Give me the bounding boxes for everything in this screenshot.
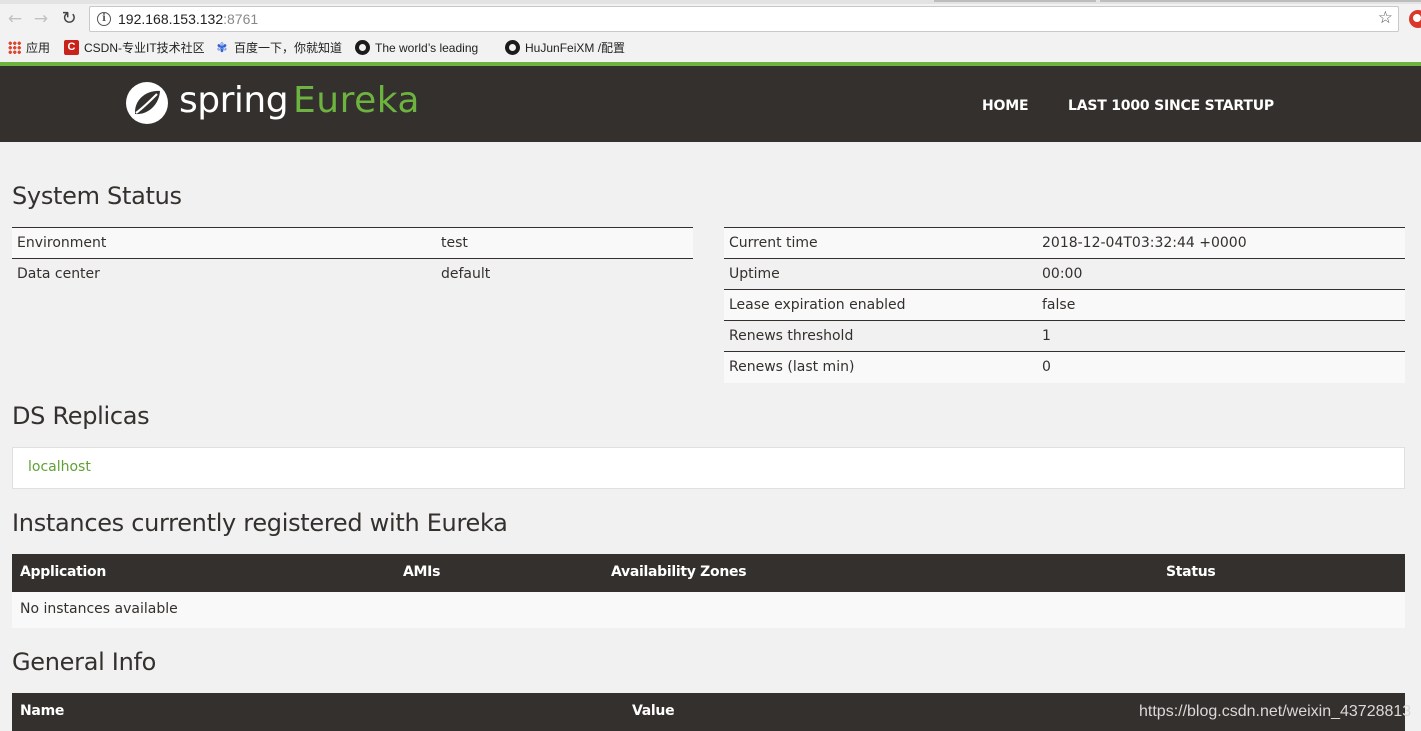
- ds-replicas-title: DS Replicas: [12, 402, 150, 430]
- bookmark-label: 应用: [26, 41, 51, 55]
- extension-icon[interactable]: [1409, 10, 1421, 28]
- instances-table-header: Application AMIs Availability Zones Stat…: [12, 554, 1405, 592]
- table-row: Uptime 00:00: [724, 258, 1405, 290]
- system-status-title: System Status: [12, 182, 182, 210]
- status-label: Current time: [724, 227, 1037, 259]
- status-value: false: [1037, 289, 1405, 321]
- status-label: Data center: [12, 258, 436, 290]
- general-info-title: General Info: [12, 648, 157, 676]
- spring-leaf-icon[interactable]: [124, 80, 170, 126]
- logo-spring-text: spring: [179, 80, 289, 121]
- status-label: Renews threshold: [724, 320, 1037, 352]
- column-header-value: Value: [632, 703, 675, 719]
- instances-title: Instances currently registered with Eure…: [12, 509, 508, 537]
- instances-table: Application AMIs Availability Zones Stat…: [12, 554, 1405, 628]
- bookmark-github-repo[interactable]: HuJunFeiXM /配置: [505, 39, 645, 57]
- bookmark-csdn[interactable]: C CSDN-专业IT技术社区: [64, 39, 204, 57]
- system-status-right-table: Current time 2018-12-04T03:32:44 +0000 U…: [724, 227, 1405, 383]
- table-row: Renews threshold 1: [724, 320, 1405, 352]
- bookmark-label: 百度一下，你就知道: [234, 41, 343, 55]
- status-value: 1: [1037, 320, 1405, 352]
- status-label: Uptime: [724, 258, 1037, 290]
- column-header-amis: AMIs: [403, 564, 441, 580]
- bookmark-label: CSDN-专业IT技术社区: [84, 41, 204, 55]
- bookmark-apps[interactable]: 应用: [8, 39, 56, 57]
- column-header-application: Application: [20, 564, 106, 580]
- column-header-availability-zones: Availability Zones: [611, 564, 747, 580]
- github-icon: [505, 40, 520, 56]
- csdn-icon: C: [64, 40, 79, 56]
- table-row: Lease expiration enabled false: [724, 289, 1405, 321]
- browser-chrome: ← → ↻ i 192.168.153.132:8761 ☆ 应用 C CSDN-…: [0, 0, 1421, 62]
- table-row: Data center default: [12, 258, 693, 290]
- apps-grid-icon: [8, 41, 21, 55]
- nav-last-1000-link[interactable]: LAST 1000 SINCE STARTUP: [1068, 98, 1274, 114]
- bookmark-baidu[interactable]: ✾ 百度一下，你就知道: [215, 39, 345, 57]
- site-info-icon[interactable]: i: [97, 12, 111, 26]
- eureka-navbar: spring Eureka HOME LAST 1000 SINCE START…: [0, 62, 1421, 142]
- logo-eureka-text: Eureka: [293, 80, 420, 121]
- ds-replicas-list: localhost: [12, 447, 1405, 489]
- forward-arrow-icon[interactable]: →: [30, 8, 52, 30]
- table-row: Current time 2018-12-04T03:32:44 +0000: [724, 227, 1405, 259]
- bookmarks-bar: 应用 C CSDN-专业IT技术社区 ✾ 百度一下，你就知道 The world’s…: [0, 36, 1421, 60]
- status-label: Environment: [12, 227, 436, 259]
- status-label: Lease expiration enabled: [724, 289, 1037, 321]
- empty-instances-text: No instances available: [20, 601, 178, 617]
- status-value: 2018-12-04T03:32:44 +0000: [1037, 227, 1405, 259]
- url-port: :8761: [223, 11, 259, 27]
- column-header-status: Status: [1166, 564, 1216, 580]
- status-value: test: [436, 227, 693, 259]
- url-host: 192.168.153.132: [118, 11, 224, 27]
- url-text[interactable]: 192.168.153.132:8761: [118, 11, 258, 27]
- table-row: Renews (last min) 0: [724, 351, 1405, 383]
- status-label: Renews (last min): [724, 351, 1037, 383]
- bookmark-star-icon[interactable]: ☆: [1378, 8, 1393, 28]
- column-header-name: Name: [20, 703, 65, 719]
- status-value: 00:00: [1037, 258, 1405, 290]
- watermark-text: https://blog.csdn.net/weixin_43728813: [1139, 703, 1412, 720]
- nav-home-link[interactable]: HOME: [982, 98, 1029, 114]
- baidu-paw-icon: ✾: [216, 39, 228, 55]
- bookmark-label: HuJunFeiXM /配置: [525, 41, 626, 55]
- back-arrow-icon[interactable]: ←: [4, 8, 26, 30]
- bookmark-label: The world’s leading: [375, 41, 479, 55]
- table-row: No instances available: [12, 592, 1405, 628]
- status-value: default: [436, 258, 693, 290]
- reload-icon[interactable]: ↻: [58, 8, 80, 30]
- tab-edge: [1100, 0, 1421, 2]
- tab-edge: [934, 0, 1096, 2]
- replica-link-localhost[interactable]: localhost: [28, 459, 91, 475]
- table-row: Environment test: [12, 227, 693, 259]
- address-bar[interactable]: i 192.168.153.132:8761 ☆: [89, 6, 1399, 32]
- bookmark-github[interactable]: The world’s leading: [355, 39, 493, 57]
- status-value: 0: [1037, 351, 1405, 383]
- github-icon: [355, 40, 370, 56]
- system-status-left-table: Environment test Data center default: [12, 227, 693, 290]
